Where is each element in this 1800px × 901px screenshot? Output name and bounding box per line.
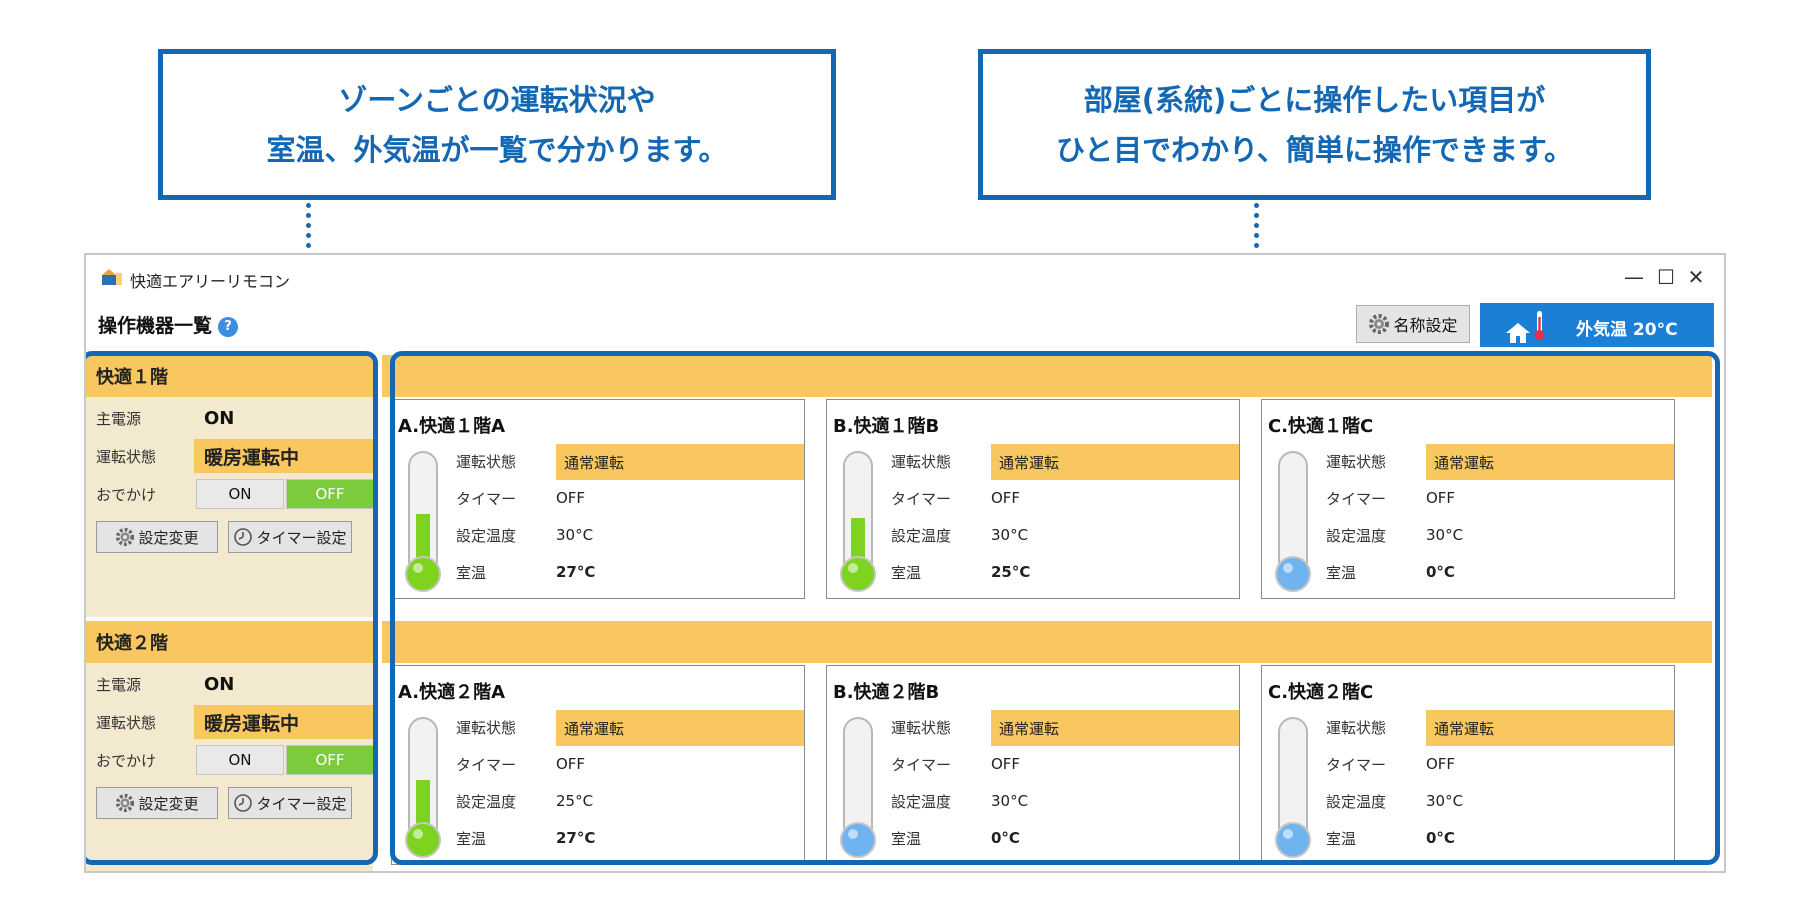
callout-line: ひと目でわかり、簡単に操作できます。	[1055, 132, 1574, 167]
gear-icon	[1369, 314, 1390, 334]
close-button[interactable]: ✕	[1676, 261, 1716, 293]
callout-zone-overview: ゾーンごとの運転状況や 室温、外気温が一覧で分かります。	[158, 49, 836, 200]
help-icon[interactable]: ?	[218, 316, 239, 337]
outside-temperature-text: 外気温 20°C	[1576, 320, 1678, 340]
highlight-frame-rooms	[390, 351, 1720, 865]
callout-line: 部屋(系統)ごとに操作したい項目が	[1083, 82, 1546, 117]
page-title: 操作機器一覧?	[98, 311, 239, 338]
app-logo-icon	[102, 269, 122, 285]
name-settings-button[interactable]: 名称設定	[1356, 305, 1470, 343]
highlight-frame-zones	[86, 351, 378, 865]
house-thermometer-icon	[1506, 311, 1545, 343]
callout-line: 室温、外気温が一覧で分かります。	[266, 132, 728, 167]
outside-temperature-panel: 外気温 20°C	[1480, 303, 1714, 347]
app-window: 快適エアリーリモコン — ☐ ✕ 操作機器一覧? 名称設定 外気温 20°C 快…	[84, 253, 1726, 873]
name-settings-label: 名称設定	[1393, 316, 1458, 335]
page-title-text: 操作機器一覧	[98, 315, 213, 337]
callout-line: ゾーンごとの運転状況や	[338, 82, 656, 117]
callout-room-control: 部屋(系統)ごとに操作したい項目が ひと目でわかり、簡単に操作できます。	[978, 49, 1651, 200]
app-title: 快適エアリーリモコン	[130, 272, 291, 291]
